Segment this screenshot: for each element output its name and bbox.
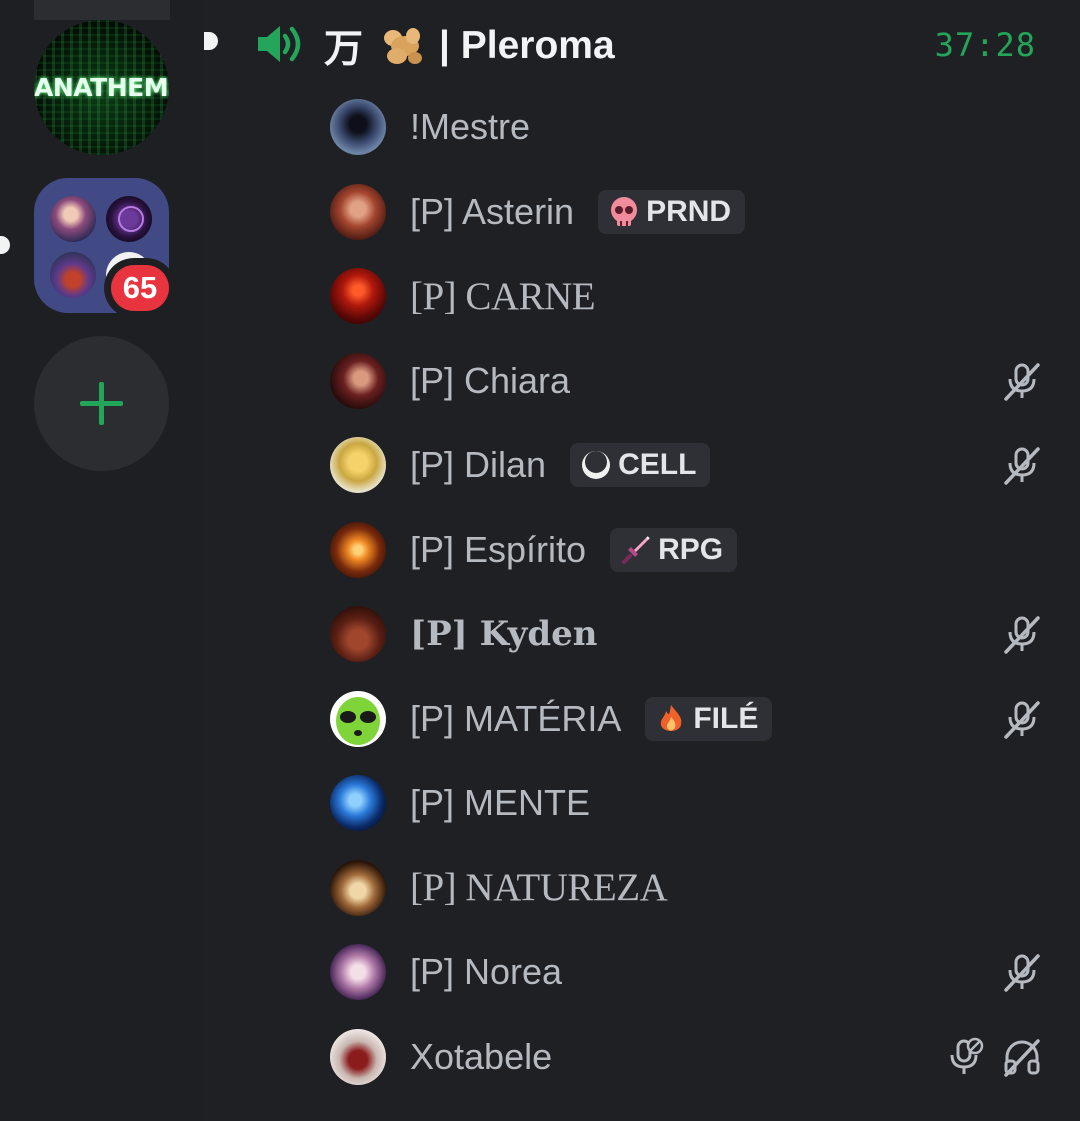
speaker-icon: [258, 26, 301, 62]
mic-muted-icon: [1004, 363, 1040, 401]
mic-muted-icon: [1004, 616, 1040, 654]
member-name: [P] MATÉRIA: [410, 697, 622, 739]
voice-member[interactable]: !Mestre: [330, 85, 1042, 170]
guild-tag-label: PRND: [646, 194, 732, 228]
channel-name-text: | Pleroma: [439, 24, 615, 67]
voice-member[interactable]: [P] Espírito RPG: [330, 508, 1042, 593]
member-status-icons: [1002, 614, 1042, 654]
fire-icon: [661, 704, 682, 731]
member-name: [P] NATUREZA: [410, 866, 668, 910]
channel-name-symbol: 万: [324, 27, 364, 72]
avatar: [330, 99, 386, 156]
member-name: [P] Dilan: [410, 444, 547, 486]
sword-icon: [622, 536, 650, 564]
member-name: [P] Asterin: [410, 190, 575, 232]
avatar: [330, 183, 386, 240]
member-status-icons: [1002, 445, 1042, 485]
voice-member[interactable]: [P] MATÉRIA FILÉ: [330, 677, 1042, 762]
discord-voice-view: ANATHEMA 65 万: [0, 0, 1080, 1121]
voice-member[interactable]: Xotabele: [330, 1015, 1042, 1100]
avatar: [330, 352, 386, 409]
member-name: [P] Chiara: [410, 359, 571, 401]
add-server-button[interactable]: [34, 336, 169, 471]
folder-server-avatar: [106, 196, 152, 242]
mic-server-muted-icon: [950, 1037, 984, 1074]
avatar: [330, 1028, 386, 1085]
unread-indicator: [0, 236, 10, 254]
plus-icon-stroke: [99, 382, 104, 425]
avatar: [330, 775, 386, 832]
alien-icon: [336, 696, 380, 745]
member-name: [P] Espírito: [410, 528, 587, 570]
headphones-deafened-icon: [1004, 1039, 1040, 1077]
mention-count: 65: [111, 265, 169, 311]
guild-tag[interactable]: FILÉ: [645, 696, 773, 741]
skull-icon: [611, 196, 638, 226]
voice-channel-name[interactable]: 万 | Pleroma: [324, 18, 615, 74]
avatar: [330, 437, 386, 494]
member-name: [P] Norea: [410, 951, 563, 993]
avatar: [330, 606, 386, 663]
member-name: [P] Kyden: [410, 614, 598, 655]
voice-channel-panel: 万 | Pleroma 37:28 !Mestre [P] Asterin PR…: [204, 0, 1080, 1121]
guild-tag-label: RPG: [658, 532, 724, 566]
ginger-icon: [384, 28, 423, 64]
voice-member[interactable]: [P] Chiara: [330, 339, 1042, 424]
member-status-icons: [1002, 699, 1042, 739]
guild-tag[interactable]: CELL: [570, 443, 711, 488]
avatar: [330, 268, 386, 325]
voice-member[interactable]: [P] CARNE: [330, 254, 1042, 339]
moon-icon: [582, 451, 611, 480]
voice-member-list: !Mestre [P] Asterin PRND [P] CARNE [P] C…: [330, 85, 1042, 1099]
server-logo-text: ANATHEMA: [34, 73, 169, 102]
folder-server-avatar: [50, 252, 96, 298]
avatar: [330, 521, 386, 578]
mention-badge: 65: [104, 258, 176, 318]
guild-tag[interactable]: PRND: [598, 189, 746, 234]
member-status-icons: [1002, 361, 1042, 401]
folder-server-avatar: [50, 196, 96, 242]
voice-member[interactable]: [P] Asterin PRND: [330, 170, 1042, 255]
rail-scroll-edge: [34, 0, 170, 20]
voice-member[interactable]: [P] Norea: [330, 930, 1042, 1015]
member-name: [P] MENTE: [410, 782, 591, 824]
guild-tag-label: CELL: [618, 448, 697, 482]
voice-member[interactable]: [P] Dilan CELL: [330, 423, 1042, 508]
voice-elapsed-time: 37:28: [934, 26, 1036, 64]
member-name: Xotabele: [410, 1035, 553, 1077]
guild-tag[interactable]: RPG: [610, 527, 738, 572]
member-status-icons: [1002, 952, 1042, 992]
server-icon-anathema[interactable]: ANATHEMA: [34, 20, 169, 155]
voice-member[interactable]: [P] MENTE: [330, 761, 1042, 846]
mic-muted-icon: [1004, 447, 1040, 485]
member-status-icons: [948, 1037, 1042, 1077]
mic-muted-icon: [1004, 954, 1040, 992]
avatar: [330, 944, 386, 1001]
mic-muted-icon: [1004, 701, 1040, 739]
member-name: [P] CARNE: [410, 274, 596, 318]
avatar: [330, 690, 386, 747]
member-name: !Mestre: [410, 106, 531, 148]
server-rail: ANATHEMA 65: [0, 0, 204, 1121]
voice-member[interactable]: [P] Kyden: [330, 592, 1042, 677]
voice-member[interactable]: [P] NATUREZA: [330, 846, 1042, 931]
guild-tag-label: FILÉ: [693, 701, 759, 735]
avatar: [330, 859, 386, 916]
